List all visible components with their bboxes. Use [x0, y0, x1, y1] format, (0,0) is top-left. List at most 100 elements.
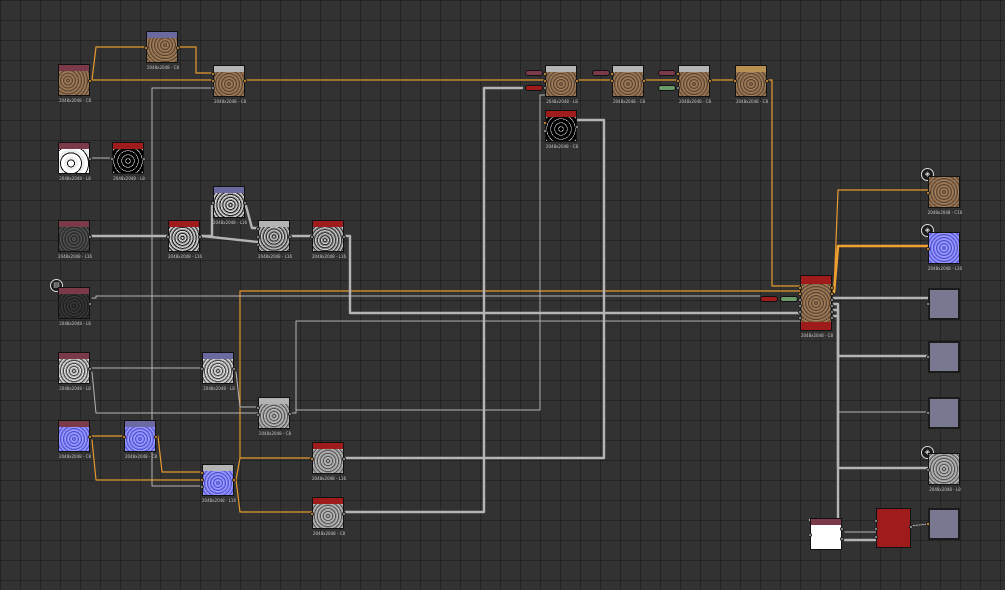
graph-node[interactable]: 2048x2048 - C8	[733, 65, 769, 104]
graph-node[interactable]: 2048x2048 - C8	[144, 31, 180, 70]
graph-node[interactable]: 2048x2048 - C8	[676, 65, 712, 104]
output-node[interactable]: 2048x2048 - C16	[926, 176, 962, 215]
output-port[interactable]	[765, 79, 769, 83]
output-port[interactable]	[142, 157, 146, 161]
graph-node[interactable]: 2048x2048 - L16	[310, 220, 346, 259]
input-port[interactable]	[808, 533, 812, 537]
input-port[interactable]	[676, 72, 680, 76]
input-port[interactable]	[543, 86, 547, 90]
output-port[interactable]	[243, 79, 247, 83]
input-port[interactable]	[676, 86, 680, 90]
input-port[interactable]	[211, 86, 215, 90]
input-port[interactable]	[798, 304, 802, 308]
output-port[interactable]	[830, 292, 834, 296]
input-port[interactable]	[256, 413, 260, 417]
graph-node[interactable]: 2048x2048 - L8	[200, 352, 236, 391]
input-port[interactable]	[200, 478, 204, 482]
output-port[interactable]	[88, 79, 92, 83]
input-port[interactable]	[798, 292, 802, 296]
output-port[interactable]	[830, 310, 834, 314]
output-port[interactable]	[909, 525, 913, 529]
graph-node-main[interactable]: 2048x2048 - C8	[798, 275, 834, 338]
output-port[interactable]	[88, 302, 92, 306]
output-node[interactable]	[926, 288, 960, 320]
graph-node[interactable]: 2048x2048 - L8	[58, 352, 92, 391]
graph-node[interactable]	[874, 508, 913, 548]
output-port[interactable]	[288, 235, 292, 239]
graph-node[interactable]: 2048x2048 - C8	[58, 420, 92, 459]
input-port[interactable]	[256, 406, 260, 410]
graph-node[interactable]: 2048x2048 - L16	[310, 442, 346, 481]
output-port[interactable]	[342, 235, 346, 239]
graph-node[interactable]: 2048x2048 - C8	[543, 110, 579, 149]
input-port[interactable]	[543, 79, 547, 83]
value-pill[interactable]	[760, 296, 778, 302]
input-port[interactable]	[874, 527, 878, 531]
output-port[interactable]	[342, 512, 346, 516]
input-port[interactable]	[256, 227, 260, 231]
input-port[interactable]	[610, 72, 614, 76]
input-port[interactable]	[256, 235, 260, 239]
input-port[interactable]	[676, 79, 680, 83]
output-port[interactable]	[830, 298, 834, 302]
graph-node[interactable]: 2048x2048 - L16	[200, 464, 236, 503]
output-port[interactable]	[243, 201, 247, 205]
output-port[interactable]	[575, 125, 579, 129]
output-port[interactable]	[232, 478, 236, 482]
output-port[interactable]	[342, 457, 346, 461]
value-pill[interactable]	[592, 70, 610, 76]
input-port[interactable]	[733, 79, 737, 83]
input-port[interactable]	[144, 46, 148, 50]
output-port[interactable]	[88, 367, 92, 371]
graph-node[interactable]: 2048x2048 - L8	[543, 65, 579, 104]
input-port[interactable]	[211, 72, 215, 76]
output-port[interactable]	[840, 537, 844, 541]
input-port[interactable]	[122, 435, 126, 439]
input-port[interactable]	[543, 129, 547, 133]
input-port[interactable]	[874, 535, 878, 539]
value-pill[interactable]	[525, 70, 543, 76]
input-port[interactable]	[200, 471, 204, 475]
graph-node[interactable]: 2048x2048 - C8	[256, 397, 292, 436]
graph-node[interactable]: 2048x2048 - L8	[110, 142, 146, 181]
graph-node[interactable]: 2048x2048 - C8	[122, 420, 158, 459]
output-port[interactable]	[642, 79, 646, 83]
input-port[interactable]	[310, 235, 314, 239]
node-graph-canvas[interactable]: 2048x2048 - C8 2048x2048 - C8 2048x2048 …	[0, 0, 1005, 590]
value-pill[interactable]	[658, 70, 676, 76]
input-port[interactable]	[798, 316, 802, 320]
output-port[interactable]	[830, 316, 834, 320]
graph-node[interactable]: 2048x2048 - L8	[58, 142, 92, 181]
input-port[interactable]	[211, 79, 215, 83]
graph-node[interactable]	[808, 518, 844, 550]
output-node[interactable]	[926, 341, 960, 373]
input-port[interactable]	[926, 468, 930, 472]
input-port[interactable]	[798, 310, 802, 314]
input-port[interactable]	[926, 355, 930, 359]
input-port[interactable]	[926, 247, 930, 251]
output-port[interactable]	[88, 435, 92, 439]
graph-node[interactable]: 2048x2048 - L16	[211, 186, 247, 225]
output-node[interactable]: 2048x2048 - L8	[926, 453, 961, 492]
output-port[interactable]	[830, 304, 834, 308]
value-pill[interactable]	[658, 85, 676, 91]
input-port[interactable]	[798, 298, 802, 302]
output-port[interactable]	[575, 79, 579, 83]
output-port[interactable]	[840, 527, 844, 531]
output-port[interactable]	[232, 367, 236, 371]
output-node[interactable]	[926, 508, 960, 540]
graph-node[interactable]: 2048x2048 - C8	[58, 64, 92, 103]
input-port[interactable]	[200, 485, 204, 489]
output-port[interactable]	[830, 286, 834, 290]
input-port[interactable]	[200, 367, 204, 371]
graph-node[interactable]: 2048x2048 - L16	[58, 220, 92, 259]
value-pill[interactable]	[525, 85, 543, 91]
input-port[interactable]	[926, 191, 930, 195]
input-port[interactable]	[543, 72, 547, 76]
graph-node[interactable]: 2048x2048 - C8	[211, 65, 247, 104]
input-port[interactable]	[610, 79, 614, 83]
output-port[interactable]	[288, 412, 292, 416]
graph-node[interactable]: 2048x2048 - L8	[58, 287, 92, 326]
graph-node[interactable]: 2048x2048 - C8	[310, 497, 346, 536]
input-port[interactable]	[310, 512, 314, 516]
